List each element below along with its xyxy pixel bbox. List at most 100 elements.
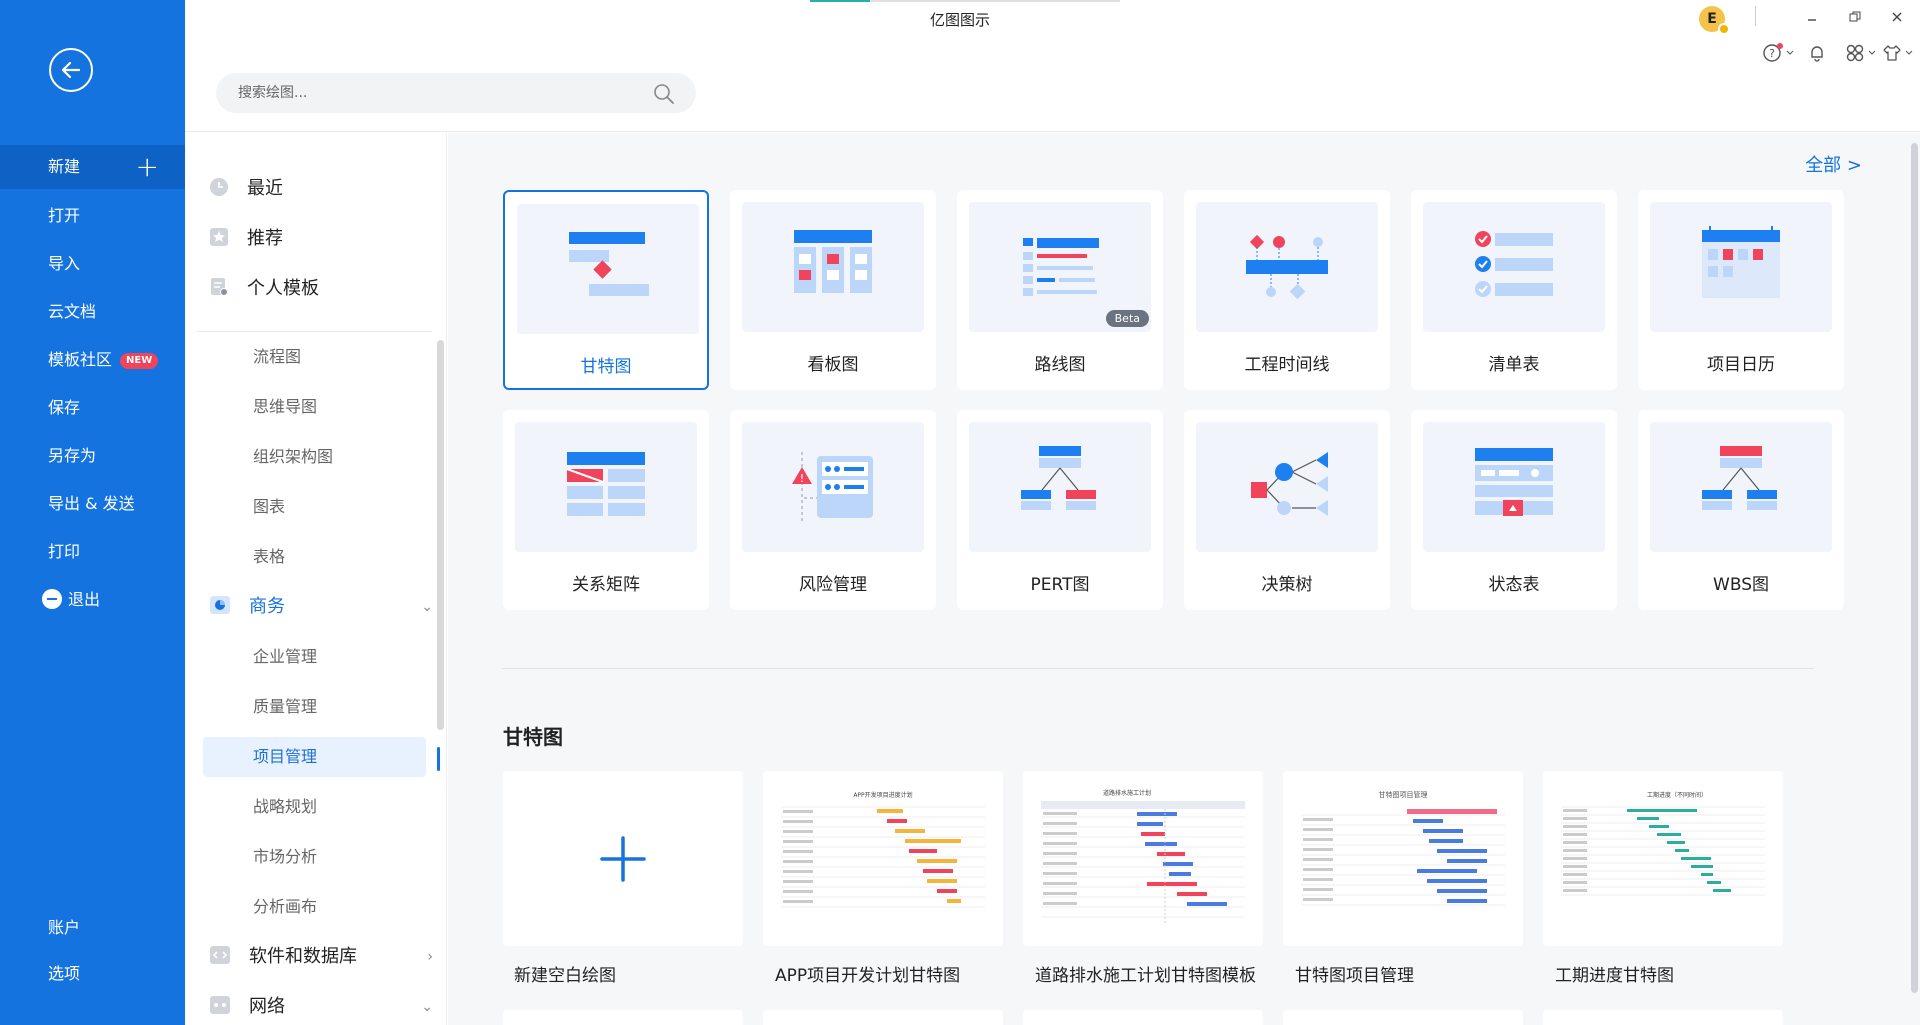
search-box[interactable]	[216, 73, 696, 113]
rail-save-as[interactable]: 另存为	[0, 434, 185, 478]
minimize-icon[interactable]	[1805, 10, 1819, 24]
chevron-down-icon[interactable]	[1786, 50, 1794, 56]
template-card-partial[interactable]	[503, 1010, 743, 1025]
template-card-app-dev[interactable]: APP开发项目进度计划	[763, 771, 1003, 946]
category-recommended[interactable]: 推荐	[209, 219, 283, 259]
back-button[interactable]	[49, 48, 93, 92]
category-network[interactable]: 网络 ⌄	[209, 987, 439, 1025]
rail-account[interactable]: 账户	[0, 906, 185, 950]
view-all-link[interactable]: 全部 >	[1805, 151, 1862, 177]
user-avatar[interactable]: E	[1699, 6, 1730, 35]
type-card-gantt[interactable]: 甘特图	[503, 190, 709, 390]
rail-import[interactable]: 导入	[0, 242, 185, 286]
new-badge: NEW	[120, 352, 159, 369]
category-tables[interactable]: 表格	[253, 537, 285, 577]
close-icon[interactable]	[1890, 10, 1904, 24]
template-card-partial[interactable]	[763, 1010, 1003, 1025]
apps-icon[interactable]	[1845, 43, 1865, 63]
type-card-checklist[interactable]: 清单表	[1411, 190, 1617, 390]
template-card-partial[interactable]	[1023, 1010, 1263, 1025]
category-org-chart[interactable]: 组织架构图	[253, 437, 333, 477]
category-quality-management[interactable]: 质量管理	[253, 687, 317, 727]
type-label: 项目日历	[1707, 355, 1775, 375]
gantt-thumbnail	[517, 204, 699, 334]
category-charts[interactable]: 图表	[253, 487, 285, 527]
rail-exit-label: 退出	[68, 590, 101, 609]
category-strategy-planning[interactable]: 战略规划	[253, 787, 317, 827]
kanban-thumbnail	[742, 202, 924, 332]
plus-icon[interactable]: +	[136, 145, 159, 189]
template-card-partial[interactable]	[1283, 1010, 1523, 1025]
chevron-down-icon[interactable]	[1905, 50, 1913, 56]
type-card-relationship-matrix[interactable]: 关系矩阵	[503, 410, 709, 610]
template-card-gantt-pm[interactable]: 甘特图项目管理	[1283, 771, 1523, 946]
type-card-engineering-timeline[interactable]: 工程时间线	[1184, 190, 1390, 390]
checklist-thumbnail	[1423, 202, 1605, 332]
back-arrow-icon	[61, 61, 81, 79]
code-icon	[210, 946, 230, 964]
search-icon[interactable]	[652, 82, 676, 106]
type-label: 清单表	[1488, 355, 1540, 375]
decision-tree-thumbnail	[1196, 422, 1378, 552]
loading-strip	[810, 0, 1120, 2]
top-bar: 亿图图示 E ?	[185, 0, 1920, 132]
rail-new[interactable]: 新建 +	[0, 145, 185, 189]
help-icon[interactable]: ?	[1762, 42, 1784, 64]
category-flowchart[interactable]: 流程图	[253, 337, 301, 377]
category-recent[interactable]: 最近	[209, 169, 283, 209]
type-card-project-calendar[interactable]: 项目日历	[1638, 190, 1844, 390]
section-divider	[502, 668, 1814, 669]
template-card-partial[interactable]	[1543, 1010, 1783, 1025]
category-market-analysis[interactable]: 市场分析	[253, 837, 317, 877]
rail-template-community[interactable]: 模板社区 NEW	[0, 338, 185, 382]
category-analysis-canvas[interactable]: 分析画布	[253, 887, 317, 927]
template-card-schedule[interactable]: 工期进度（不同时间）	[1543, 771, 1783, 946]
star-icon	[210, 228, 228, 246]
rail-open[interactable]: 打开	[0, 194, 185, 238]
rail-print[interactable]: 打印	[0, 530, 185, 574]
status-table-thumbnail	[1423, 422, 1605, 552]
rail-options[interactable]: 选项	[0, 952, 185, 996]
chevron-down-icon[interactable]	[1868, 50, 1876, 56]
rail-exit[interactable]: 退出	[0, 578, 185, 622]
type-label: 决策树	[1261, 575, 1313, 595]
preview-title: 工期进度（不同时间）	[1647, 791, 1707, 799]
title-separator	[1755, 6, 1756, 26]
sidebar-scrollbar[interactable]	[437, 340, 444, 730]
type-card-kanban[interactable]: 看板图	[730, 190, 936, 390]
type-label: 甘特图	[580, 357, 632, 377]
template-card-road-drainage[interactable]: 道路排水施工计划	[1023, 771, 1263, 946]
category-enterprise-management[interactable]: 企业管理	[253, 637, 317, 677]
main-panel: 全部 > 甘特图 看板图 Beta 路线图 工程时间线 清单表 项目日历 关系矩…	[448, 133, 1920, 1025]
category-project-management[interactable]: 项目管理	[203, 737, 440, 777]
rail-template-community-label: 模板社区	[48, 350, 113, 369]
category-personal-templates[interactable]: 个人模板	[209, 269, 319, 309]
template-caption: 新建空白绘图	[514, 966, 616, 986]
type-card-roadmap[interactable]: Beta 路线图	[957, 190, 1163, 390]
shirt-icon[interactable]	[1882, 43, 1902, 63]
template-card-blank[interactable]	[503, 771, 743, 946]
rail-new-label: 新建	[48, 157, 81, 176]
bell-icon[interactable]	[1807, 43, 1827, 63]
restore-icon[interactable]	[1848, 10, 1862, 24]
type-card-pert[interactable]: PERT图	[957, 410, 1163, 610]
type-card-wbs[interactable]: WBS图	[1638, 410, 1844, 610]
type-label: 路线图	[1034, 355, 1086, 375]
category-business[interactable]: 商务 ⌄	[209, 587, 439, 627]
type-card-status-table[interactable]: 状态表	[1411, 410, 1617, 610]
search-input[interactable]	[216, 73, 616, 113]
template-caption: 甘特图项目管理	[1295, 966, 1414, 986]
plus-icon	[600, 836, 646, 882]
gantt-preview: 甘特图项目管理	[1301, 790, 1505, 906]
type-card-decision-tree[interactable]: 决策树	[1184, 410, 1390, 610]
main-scrollbar[interactable]	[1911, 143, 1918, 993]
rail-export-send[interactable]: 导出 & 发送	[0, 482, 185, 526]
rail-save[interactable]: 保存	[0, 386, 185, 430]
type-card-risk-management[interactable]: ! 风险管理	[730, 410, 936, 610]
rail-cloud-docs[interactable]: 云文档	[0, 290, 185, 334]
chevron-down-icon: ⌄	[421, 599, 433, 615]
section-title: 甘特图	[503, 725, 563, 749]
category-software-database[interactable]: 软件和数据库 ›	[209, 937, 439, 977]
template-caption: APP项目开发计划甘特图	[775, 966, 961, 986]
category-mindmap[interactable]: 思维导图	[253, 387, 317, 427]
